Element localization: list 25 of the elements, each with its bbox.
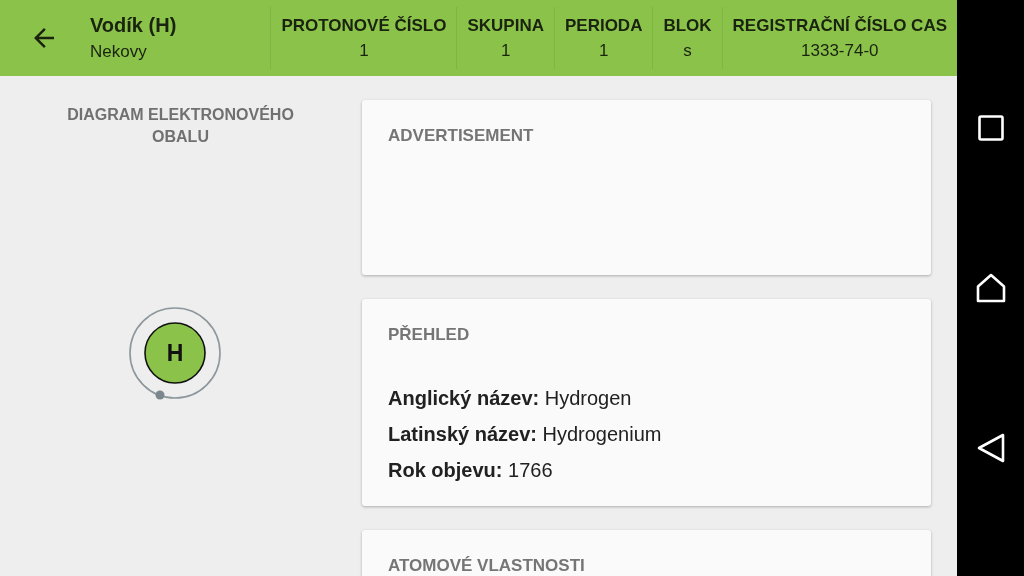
home-icon[interactable] (975, 273, 1006, 303)
fact-line: Anglický název: Hydrogen (388, 386, 632, 411)
diagram-title: DIAGRAM ELEKTRONOVÉHO OBALU (66, 104, 295, 147)
element-symbol: H (166, 340, 183, 366)
nucleus (143, 322, 206, 384)
card-title: PŘEHLED (388, 325, 470, 345)
property-value: 1 (598, 40, 609, 62)
element-category: Nekovy (90, 41, 147, 63)
card-title: ATOMOVÉ VLASTNOSTI (388, 556, 585, 576)
property-value: 1333-74-0 (801, 40, 879, 62)
property-label: SKUPINA (467, 15, 544, 37)
property-label: REGISTRAČNÍ ČÍSLO CAS (732, 15, 947, 37)
electron-dot-icon (155, 390, 164, 400)
element-title: Vodík (H) (90, 13, 177, 38)
property-value: s (683, 40, 692, 62)
property-label: PERIODA (564, 15, 643, 37)
card-title: ADVERTISEMENT (388, 126, 534, 146)
fact-line: Latinský název: Hydrogenium (388, 422, 662, 447)
property-value: 1 (359, 40, 369, 62)
property-label: BLOK (663, 15, 712, 37)
triangle-back-icon[interactable] (975, 433, 1006, 463)
property-value: 1 (500, 40, 511, 62)
square-icon[interactable] (975, 113, 1006, 143)
property-label: PROTONOVÉ ČÍSLO (281, 15, 447, 37)
fact-line: Rok objevu: 1766 (388, 458, 553, 483)
